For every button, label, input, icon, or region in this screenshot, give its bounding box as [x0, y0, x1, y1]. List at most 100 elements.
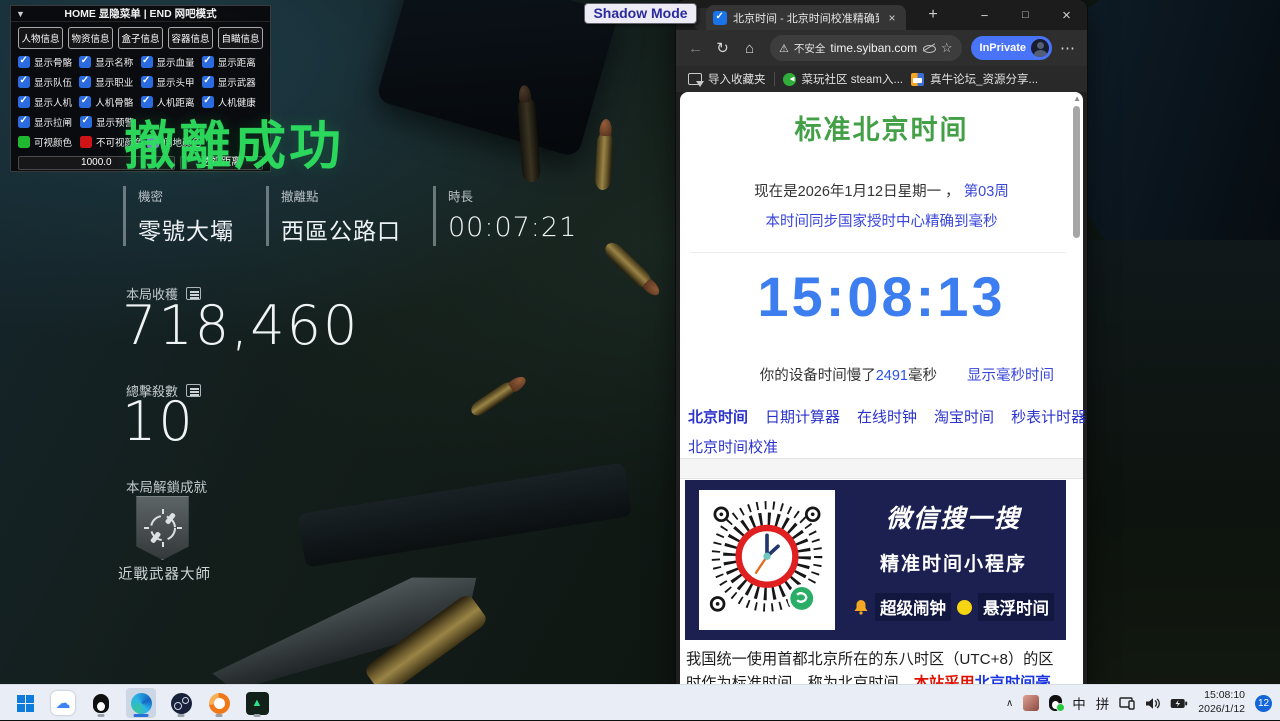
edge-icon — [131, 693, 152, 714]
info-button-container[interactable]: 容器信息 — [168, 27, 213, 49]
minimize-button[interactable] — [964, 0, 1005, 30]
nav-link-time-calibration[interactable]: 北京时间校准 — [688, 439, 778, 456]
hidden-icons-chevron[interactable] — [1006, 698, 1013, 709]
bookmark-caiwan[interactable]: 菜玩社区 steam入... — [783, 71, 904, 87]
week-link[interactable]: 第03周 — [964, 184, 1009, 200]
address-bar[interactable]: 不安全 time.syiban.com — [770, 35, 962, 61]
speaker-icon[interactable] — [1145, 697, 1160, 710]
tray-qq-icon[interactable] — [1049, 695, 1062, 711]
tray-clock[interactable]: 15:08:10 2026/1/12 — [1198, 689, 1245, 716]
checkbox-checked-icon[interactable] — [79, 96, 91, 108]
maximize-button[interactable] — [1005, 0, 1046, 30]
checkbox-checked-icon[interactable] — [79, 56, 91, 68]
collapse-caret-icon[interactable] — [16, 6, 25, 22]
bullet — [594, 132, 613, 191]
info-button-person[interactable]: 人物信息 — [18, 27, 63, 49]
mission-label: 時長 — [448, 186, 577, 205]
harvest-value: 718,460 — [122, 294, 359, 357]
back-button[interactable] — [684, 40, 707, 57]
inprivate-badge[interactable]: InPrivate — [971, 36, 1052, 60]
taskbar-qq-app[interactable] — [88, 688, 114, 718]
wechat-miniprogram-banner[interactable]: 微信搜一搜 精准时间小程序 超级闹钟 悬浮时间 — [685, 480, 1066, 640]
checkbox-checked-icon[interactable] — [18, 56, 30, 68]
close-button[interactable] — [1046, 0, 1087, 30]
taskbar-edge-app-active[interactable] — [126, 688, 156, 718]
checkbox-checked-icon[interactable] — [202, 56, 214, 68]
checkbox-checked-icon[interactable] — [18, 116, 30, 128]
mission-value: 零號大壩 — [138, 212, 234, 246]
invisible-color-swatch[interactable] — [80, 136, 92, 148]
taskbar-steam-app[interactable] — [168, 688, 194, 718]
beijing-clock: 15:08:13 — [680, 264, 1083, 329]
checkbox-checked-icon[interactable] — [18, 96, 30, 108]
mission-info-row: 機密 零號大壩 撤離點 西區公路口 時長 00:07:21 — [123, 186, 609, 246]
settings-menu-button[interactable] — [1056, 39, 1079, 57]
nav-link-date-calculator[interactable]: 日期计算器 — [765, 406, 840, 427]
page-scrollbar-thumb[interactable] — [1073, 106, 1080, 238]
checkbox-checked-icon[interactable] — [79, 76, 91, 88]
banner-line1: 微信搜一搜 — [853, 499, 1054, 535]
windows-logo-icon — [17, 695, 34, 712]
cast-device-icon[interactable] — [1119, 697, 1135, 710]
nav-link-taobao-time[interactable]: 淘宝时间 — [934, 406, 994, 427]
checkbox-checked-icon[interactable] — [80, 116, 92, 128]
info-button-box[interactable]: 盒子信息 — [118, 27, 163, 49]
nav-link-stopwatch[interactable]: 秒表计时器 — [1011, 406, 1086, 427]
tray-time: 15:08:10 — [1198, 689, 1245, 703]
delay-prefix: 你的设备时间慢了 — [760, 368, 876, 384]
qq-penguin-icon — [93, 694, 109, 713]
visible-color-swatch[interactable] — [18, 136, 30, 148]
yellow-dot-icon — [957, 600, 972, 615]
sync-source-link[interactable]: 本时间同步国家授时中心精确到毫秒 — [766, 214, 998, 230]
mission-item: 機密 零號大壩 — [123, 186, 234, 246]
table-surface-shape — [1085, 240, 1280, 700]
inprivate-label: InPrivate — [980, 42, 1026, 54]
taskbar-wegame-app[interactable] — [206, 688, 232, 718]
bookmark-zhenniu[interactable]: 真牛论坛_资源分享... — [911, 71, 1038, 87]
tray-avatar-icon[interactable] — [1023, 695, 1039, 711]
show-milliseconds-link[interactable]: 显示毫秒时间 — [967, 368, 1054, 384]
kills-value: 10 — [122, 390, 195, 453]
tab-close-icon[interactable] — [885, 11, 899, 25]
date-text: 现在是2026年1月12日星期一 ， — [754, 184, 959, 200]
info-button-loot[interactable]: 物资信息 — [68, 27, 113, 49]
cheat-menu-header[interactable]: HOME 显隐菜单 | END 网吧模式 — [11, 6, 270, 22]
nav-link-online-clock[interactable]: 在线时钟 — [857, 406, 917, 427]
browser-toolbar: 不安全 time.syiban.com InPrivate — [676, 30, 1087, 66]
edge-browser-window: 北京时间 - 北京时间校准精确到毫 不安全 time.syiban.com In… — [676, 0, 1087, 685]
taskbar-cloud-app[interactable] — [50, 688, 76, 718]
browser-tab[interactable]: 北京时间 - 北京时间校准精确到毫 — [706, 5, 906, 30]
checkbox-label: 显示武器 — [218, 75, 256, 89]
mission-label: 撤離點 — [281, 186, 401, 205]
tray-date: 2026/1/12 — [1198, 703, 1245, 717]
start-button[interactable] — [12, 688, 38, 718]
info-button-aim[interactable]: 自瞄信息 — [218, 27, 263, 49]
checkbox-checked-icon[interactable] — [141, 76, 153, 88]
tab-title: 北京时间 - 北京时间校准精确到毫 — [733, 10, 879, 26]
not-secure-warning-icon — [779, 42, 789, 55]
tracking-prevention-icon[interactable] — [922, 42, 936, 54]
taskbar-deltaforce-app[interactable] — [244, 688, 270, 718]
refresh-button[interactable] — [711, 39, 734, 57]
ime-language-indicator[interactable]: 中 — [1072, 693, 1086, 713]
bookmark-import[interactable]: 导入收藏夹 — [688, 71, 766, 87]
checkbox-label: 显示血量 — [157, 55, 195, 69]
home-button[interactable] — [738, 40, 761, 57]
page-nav-links: 北京时间 日期计算器 在线时钟 淘宝时间 秒表计时器 — [688, 406, 1086, 427]
ime-pinyin-indicator[interactable]: 拼 — [1096, 693, 1110, 713]
shadow-mode-tooltip[interactable]: Shadow Mode — [584, 3, 697, 24]
mission-value: 西區公路口 — [281, 212, 401, 246]
taskbar-tray: 中 拼 15:08:10 2026/1/12 12 — [1006, 685, 1272, 721]
battery-icon[interactable] — [1170, 698, 1188, 709]
nav-link-beijing-time[interactable]: 北京时间 — [688, 406, 748, 427]
checkbox-checked-icon[interactable] — [202, 76, 214, 88]
checkbox-checked-icon[interactable] — [141, 56, 153, 68]
favorite-star-icon[interactable] — [941, 40, 953, 56]
page-title: 标准北京时间 — [680, 108, 1083, 147]
new-tab-button[interactable] — [922, 6, 944, 24]
checkbox-checked-icon[interactable] — [18, 76, 30, 88]
scrollbar-up-arrow[interactable] — [1073, 94, 1081, 103]
notification-count-badge[interactable]: 12 — [1255, 695, 1272, 712]
checkbox-label: 显示骨骼 — [34, 55, 72, 69]
url-text[interactable]: time.syiban.com — [830, 41, 917, 55]
